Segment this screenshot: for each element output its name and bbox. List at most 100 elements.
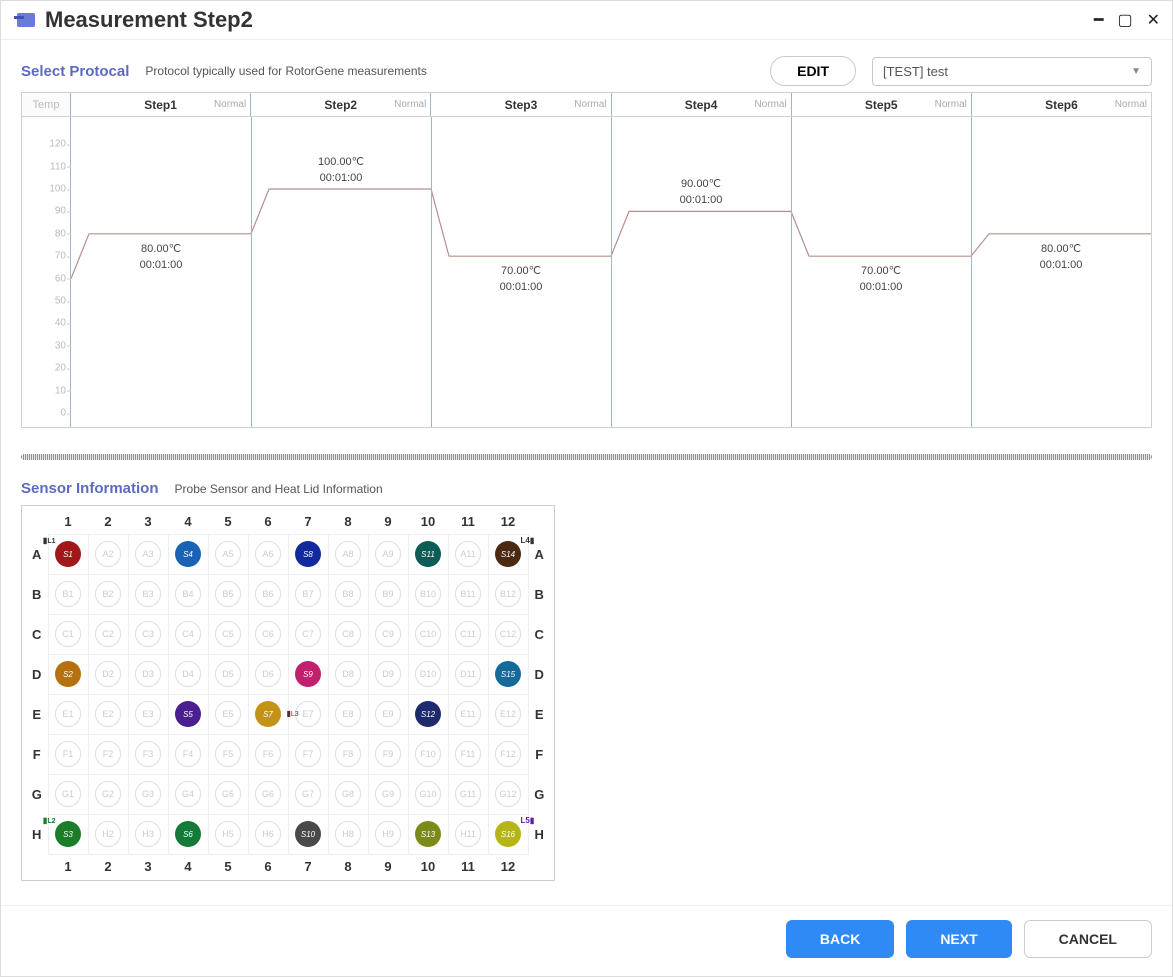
sensor-well-filled[interactable]: S15 bbox=[495, 661, 521, 687]
sensor-well-empty[interactable]: B10 bbox=[415, 581, 441, 607]
sensor-well-empty[interactable]: B1 bbox=[55, 581, 81, 607]
resize-divider[interactable] bbox=[21, 454, 1152, 460]
sensor-well-empty[interactable]: B3 bbox=[135, 581, 161, 607]
sensor-well-empty[interactable]: A2 bbox=[95, 541, 121, 567]
sensor-well-empty[interactable]: F6 bbox=[255, 741, 281, 767]
sensor-well-filled[interactable]: S16 bbox=[495, 821, 521, 847]
sensor-well-filled[interactable]: S5 bbox=[175, 701, 201, 727]
sensor-well-empty[interactable]: E5 bbox=[215, 701, 241, 727]
sensor-well-empty[interactable]: G1 bbox=[55, 781, 81, 807]
sensor-well-empty[interactable]: E8 bbox=[335, 701, 361, 727]
sensor-well-empty[interactable]: F1 bbox=[55, 741, 81, 767]
sensor-well-empty[interactable]: H5 bbox=[215, 821, 241, 847]
sensor-well-empty[interactable]: G7 bbox=[295, 781, 321, 807]
sensor-well-empty[interactable]: F8 bbox=[335, 741, 361, 767]
sensor-well-empty[interactable]: D11 bbox=[455, 661, 481, 687]
sensor-well-empty[interactable]: A6 bbox=[255, 541, 281, 567]
sensor-well-empty[interactable]: F11 bbox=[455, 741, 481, 767]
sensor-well-empty[interactable]: D2 bbox=[95, 661, 121, 687]
maximize-icon[interactable]: ▢ bbox=[1117, 10, 1132, 30]
sensor-well-empty[interactable]: C5 bbox=[215, 621, 241, 647]
sensor-well-empty[interactable]: B6 bbox=[255, 581, 281, 607]
sensor-well-empty[interactable]: B11 bbox=[455, 581, 481, 607]
sensor-well-empty[interactable]: C8 bbox=[335, 621, 361, 647]
sensor-well-empty[interactable]: C6 bbox=[255, 621, 281, 647]
sensor-well-empty[interactable]: A11 bbox=[455, 541, 481, 567]
sensor-well-empty[interactable]: G6 bbox=[255, 781, 281, 807]
sensor-well-filled[interactable]: S11 bbox=[415, 541, 441, 567]
sensor-well-filled[interactable]: S8 bbox=[295, 541, 321, 567]
sensor-well-filled[interactable]: S1 bbox=[55, 541, 81, 567]
sensor-well-empty[interactable]: C11 bbox=[455, 621, 481, 647]
sensor-well-empty[interactable]: D6 bbox=[255, 661, 281, 687]
sensor-well-empty[interactable]: D5 bbox=[215, 661, 241, 687]
sensor-well-empty[interactable]: H6 bbox=[255, 821, 281, 847]
sensor-well-empty[interactable]: B12 bbox=[495, 581, 521, 607]
sensor-well-empty[interactable]: G10 bbox=[415, 781, 441, 807]
sensor-well-empty[interactable]: G3 bbox=[135, 781, 161, 807]
sensor-well-empty[interactable]: A9 bbox=[375, 541, 401, 567]
protocol-dropdown[interactable]: [TEST] test ▼ bbox=[872, 57, 1152, 86]
sensor-well-filled[interactable]: S10 bbox=[295, 821, 321, 847]
sensor-well-empty[interactable]: D10 bbox=[415, 661, 441, 687]
sensor-well-empty[interactable]: C4 bbox=[175, 621, 201, 647]
sensor-well-empty[interactable]: H9 bbox=[375, 821, 401, 847]
cancel-button[interactable]: CANCEL bbox=[1024, 920, 1152, 958]
sensor-well-empty[interactable]: F9 bbox=[375, 741, 401, 767]
sensor-well-empty[interactable]: G8 bbox=[335, 781, 361, 807]
sensor-well-empty[interactable]: A5 bbox=[215, 541, 241, 567]
sensor-well-filled[interactable]: S14 bbox=[495, 541, 521, 567]
sensor-well-empty[interactable]: E2 bbox=[95, 701, 121, 727]
sensor-well-filled[interactable]: S6 bbox=[175, 821, 201, 847]
sensor-well-empty[interactable]: G9 bbox=[375, 781, 401, 807]
next-button[interactable]: NEXT bbox=[906, 920, 1011, 958]
sensor-well-filled[interactable]: S4 bbox=[175, 541, 201, 567]
sensor-well-empty[interactable]: E1 bbox=[55, 701, 81, 727]
sensor-well-empty[interactable]: D4 bbox=[175, 661, 201, 687]
sensor-well-empty[interactable]: E9 bbox=[375, 701, 401, 727]
edit-button[interactable]: EDIT bbox=[770, 56, 856, 86]
sensor-well-empty[interactable]: C2 bbox=[95, 621, 121, 647]
sensor-well-empty[interactable]: A8 bbox=[335, 541, 361, 567]
sensor-well-empty[interactable]: B8 bbox=[335, 581, 361, 607]
sensor-well-filled[interactable]: S9 bbox=[295, 661, 321, 687]
sensor-well-empty[interactable]: F7 bbox=[295, 741, 321, 767]
sensor-well-empty[interactable]: G5 bbox=[215, 781, 241, 807]
sensor-well-empty[interactable]: H11 bbox=[455, 821, 481, 847]
sensor-well-empty[interactable]: E11 bbox=[455, 701, 481, 727]
sensor-well-empty[interactable]: B4 bbox=[175, 581, 201, 607]
sensor-well-filled[interactable]: S3 bbox=[55, 821, 81, 847]
sensor-well-filled[interactable]: S7 bbox=[255, 701, 281, 727]
sensor-well-empty[interactable]: G2 bbox=[95, 781, 121, 807]
sensor-well-empty[interactable]: C12 bbox=[495, 621, 521, 647]
sensor-well-empty[interactable]: F2 bbox=[95, 741, 121, 767]
sensor-well-empty[interactable]: B2 bbox=[95, 581, 121, 607]
sensor-well-empty[interactable]: D9 bbox=[375, 661, 401, 687]
sensor-well-empty[interactable]: E3 bbox=[135, 701, 161, 727]
sensor-well-empty[interactable]: F12 bbox=[495, 741, 521, 767]
sensor-well-empty[interactable]: F3 bbox=[135, 741, 161, 767]
sensor-well-empty[interactable]: G12 bbox=[495, 781, 521, 807]
sensor-well-empty[interactable]: F4 bbox=[175, 741, 201, 767]
sensor-well-empty[interactable]: F10 bbox=[415, 741, 441, 767]
sensor-well-empty[interactable]: D8 bbox=[335, 661, 361, 687]
close-icon[interactable]: ✕ bbox=[1147, 10, 1160, 30]
sensor-well-empty[interactable]: H2 bbox=[95, 821, 121, 847]
sensor-well-empty[interactable]: B7 bbox=[295, 581, 321, 607]
back-button[interactable]: BACK bbox=[786, 920, 894, 958]
sensor-well-empty[interactable]: C9 bbox=[375, 621, 401, 647]
sensor-well-empty[interactable]: H3 bbox=[135, 821, 161, 847]
sensor-well-empty[interactable]: D3 bbox=[135, 661, 161, 687]
sensor-well-empty[interactable]: B5 bbox=[215, 581, 241, 607]
sensor-well-empty[interactable]: G11 bbox=[455, 781, 481, 807]
sensor-well-empty[interactable]: H8 bbox=[335, 821, 361, 847]
sensor-well-empty[interactable]: F5 bbox=[215, 741, 241, 767]
sensor-well-filled[interactable]: S12 bbox=[415, 701, 441, 727]
sensor-well-empty[interactable]: G4 bbox=[175, 781, 201, 807]
sensor-well-filled[interactable]: S2 bbox=[55, 661, 81, 687]
sensor-well-empty[interactable]: E12 bbox=[495, 701, 521, 727]
sensor-well-empty[interactable]: A3 bbox=[135, 541, 161, 567]
sensor-well-empty[interactable]: C7 bbox=[295, 621, 321, 647]
sensor-well-empty[interactable]: C10 bbox=[415, 621, 441, 647]
sensor-well-empty[interactable]: B9 bbox=[375, 581, 401, 607]
